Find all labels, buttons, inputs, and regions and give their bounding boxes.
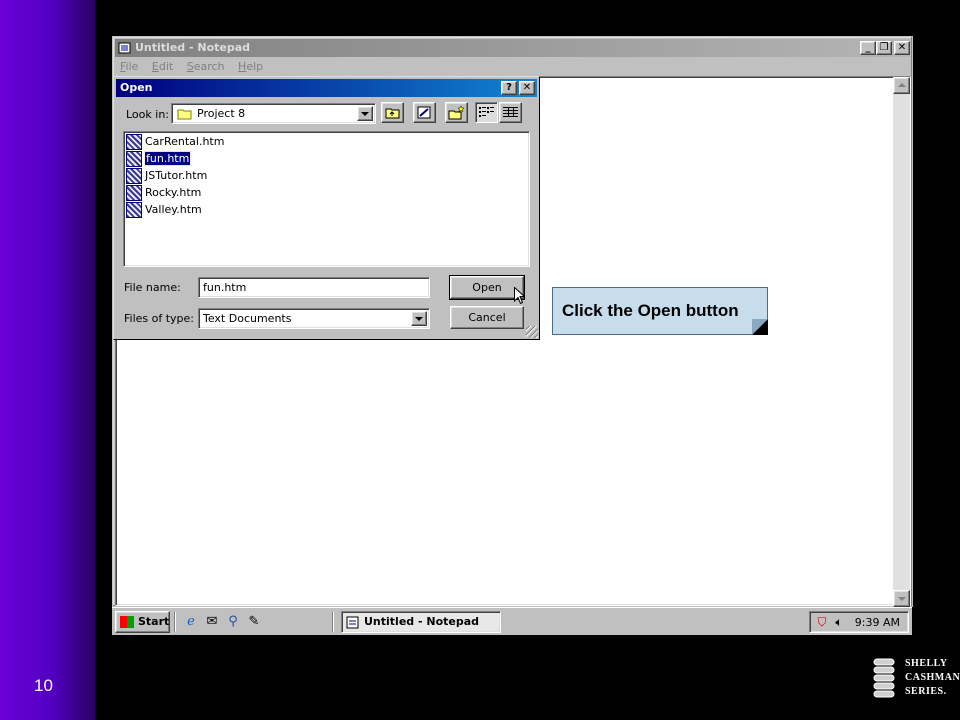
vertical-scrollbar[interactable]	[893, 77, 910, 607]
logo-line: SERIES.	[905, 686, 947, 697]
menu-search[interactable]: Search	[187, 58, 225, 76]
arrow-up-icon	[898, 83, 906, 87]
logo-line: CASHMAN	[905, 672, 960, 683]
cancel-button[interactable]: Cancel	[450, 306, 524, 329]
resize-grip[interactable]	[526, 326, 538, 338]
up-folder-icon	[385, 108, 400, 119]
notepad-icon	[346, 616, 359, 629]
taskbar-separator	[332, 612, 334, 632]
file-name-text: fun.htm	[143, 151, 192, 166]
close-icon: ✕	[897, 42, 907, 53]
look-in-dropdown-button[interactable]	[357, 106, 373, 121]
clock: 9:39 AM	[854, 616, 900, 629]
minimize-icon: _	[865, 42, 871, 53]
channels-icon[interactable]: ⚲	[225, 614, 241, 630]
list-item-selected[interactable]: fun.htm	[126, 151, 192, 167]
callout-text: Click the Open button	[562, 301, 739, 320]
open-dialog: Open ? ✕ Look in: Project 8 CarRental.ht…	[113, 76, 540, 340]
desktop-button[interactable]	[413, 102, 436, 123]
volume-icon[interactable]: 🔈︎	[831, 614, 847, 630]
taskbar: Start ℯ ✉ ⚲ ✎ Untitled - Notepad ⛉ 🔈︎ 9:…	[112, 607, 912, 635]
restore-icon: ❐	[879, 42, 889, 53]
close-button[interactable]: ✕	[894, 41, 910, 55]
folder-icon	[177, 109, 192, 120]
html-file-icon	[126, 134, 142, 150]
list-item[interactable]: Valley.htm	[126, 202, 202, 218]
new-folder-icon	[448, 105, 465, 120]
books-logo-icon	[873, 658, 895, 698]
system-tray: ⛉ 🔈︎ 9:39 AM	[809, 611, 909, 633]
arrow-down-icon	[898, 597, 906, 601]
open-button[interactable]: Open	[449, 275, 525, 300]
file-name-input[interactable]: fun.htm	[198, 277, 430, 298]
files-of-type-value: Text Documents	[203, 312, 292, 325]
instruction-callout: Click the Open button	[552, 287, 768, 335]
slide-number: 10	[34, 676, 53, 695]
files-of-type-combo[interactable]: Text Documents	[198, 308, 430, 329]
help-button[interactable]: ?	[501, 81, 517, 95]
list-item[interactable]: CarRental.htm	[126, 134, 224, 150]
internet-explorer-icon[interactable]: ℯ	[183, 614, 199, 630]
new-folder-button[interactable]	[445, 102, 468, 123]
chevron-down-icon	[415, 317, 423, 321]
menu-file[interactable]: File	[120, 58, 138, 76]
file-list[interactable]: CarRental.htm fun.htm JSTutor.htm Rocky.…	[123, 131, 530, 267]
file-name-label: File name:	[124, 281, 181, 294]
html-file-icon	[126, 168, 142, 184]
file-name-text: JSTutor.htm	[145, 169, 208, 182]
html-file-icon	[126, 151, 142, 167]
security-shield-icon[interactable]: ⛉	[814, 614, 830, 630]
dialog-title: Open	[120, 81, 153, 94]
files-of-type-label: Files of type:	[124, 312, 195, 325]
task-label: Untitled - Notepad	[364, 615, 480, 628]
scroll-down-button[interactable]	[893, 590, 910, 607]
close-icon: ✕	[522, 82, 532, 93]
file-name-text: Rocky.htm	[145, 186, 202, 199]
outlook-express-icon[interactable]: ✉	[204, 614, 220, 630]
notepad-icon	[118, 42, 131, 54]
files-of-type-dropdown-button[interactable]	[411, 311, 427, 326]
list-view-button[interactable]	[475, 102, 498, 123]
callout-fold	[752, 319, 768, 335]
minimize-button[interactable]: _	[860, 41, 876, 55]
look-in-label: Look in:	[126, 108, 169, 121]
html-file-icon	[126, 202, 142, 218]
logo-line: SHELLY	[905, 658, 948, 669]
notepad-title-bar[interactable]: Untitled - Notepad _ ❐ ✕	[115, 39, 910, 57]
file-name-text: CarRental.htm	[145, 135, 225, 148]
dialog-close-button[interactable]: ✕	[519, 81, 535, 95]
details-view-icon	[503, 107, 518, 117]
start-label: Start	[138, 615, 170, 628]
html-file-icon	[126, 185, 142, 201]
slide-sidebar	[0, 0, 95, 720]
taskbar-separator	[174, 612, 176, 632]
file-name-value: fun.htm	[203, 281, 247, 294]
look-in-combo[interactable]: Project 8	[171, 103, 376, 124]
file-name-text: Valley.htm	[145, 203, 202, 216]
up-one-level-button[interactable]	[381, 102, 404, 123]
list-item[interactable]: Rocky.htm	[126, 185, 201, 201]
list-item[interactable]: JSTutor.htm	[126, 168, 207, 184]
desktop-icon[interactable]: ✎	[246, 614, 262, 630]
windows-logo-icon	[120, 616, 134, 628]
open-dialog-title-bar[interactable]: Open ? ✕	[116, 79, 537, 97]
notepad-title: Untitled - Notepad	[135, 41, 251, 54]
mouse-pointer-icon	[514, 287, 525, 305]
menu-help[interactable]: Help	[238, 58, 263, 76]
task-notepad-button[interactable]: Untitled - Notepad	[341, 611, 501, 633]
restore-button[interactable]: ❐	[876, 41, 892, 55]
menu-edit[interactable]: Edit	[152, 58, 173, 76]
desktop-icon	[417, 106, 431, 119]
start-button[interactable]: Start	[115, 611, 170, 633]
list-view-icon	[479, 107, 494, 117]
question-icon: ?	[506, 82, 512, 93]
notepad-menu-bar: File Edit Search Help	[115, 58, 268, 76]
details-view-button[interactable]	[499, 102, 522, 123]
shelly-cashman-logo: SHELLY CASHMAN SERIES.	[872, 656, 960, 700]
chevron-down-icon	[361, 112, 369, 116]
look-in-value: Project 8	[197, 107, 246, 120]
scroll-up-button[interactable]	[893, 77, 910, 94]
